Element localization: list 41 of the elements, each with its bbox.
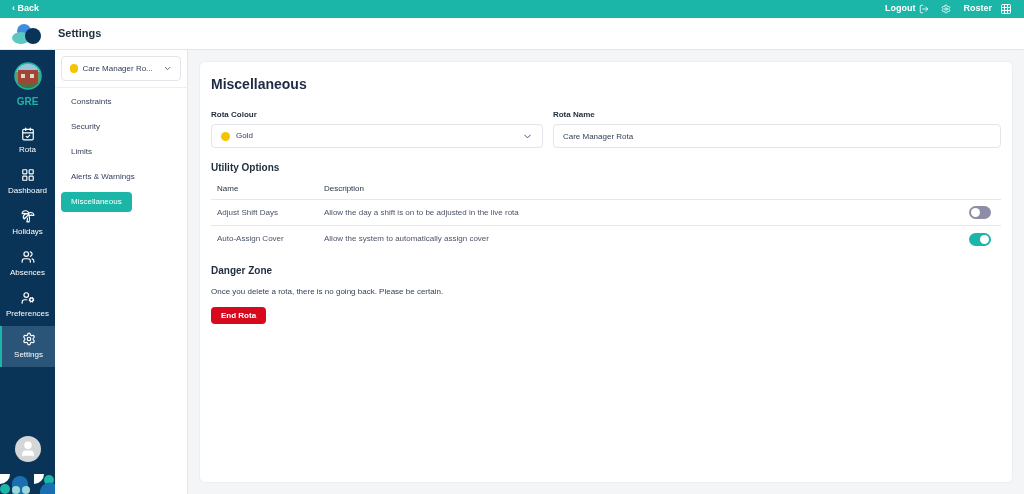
nav-item[interactable]: Dashboard	[0, 162, 55, 203]
toggle-switch[interactable]	[969, 232, 991, 246]
rota-select[interactable]: Care Manager Ro...	[61, 56, 181, 81]
rota-name-field[interactable]: Care Manager Rota	[552, 124, 1001, 148]
settings-menu-item[interactable]: Limits	[61, 142, 102, 162]
settings-menu-item[interactable]: Security	[61, 117, 110, 137]
user-avatar[interactable]	[14, 436, 41, 462]
table-cell-text: Allow the day a shift is on to be adjusted in the live rota	[324, 206, 520, 219]
grid-icon	[20, 168, 35, 182]
nav-item[interactable]: Absences	[0, 244, 55, 285]
table-cell-text: Adjust Shift Days	[217, 206, 279, 219]
warning-text: Once you delete a rota, there is no going back. Please be certain.	[211, 286, 445, 298]
nav-item[interactable]: Preferences	[0, 285, 55, 326]
section-title: Miscellaneous	[211, 75, 308, 94]
end-rota-button[interactable]: End Rota	[211, 307, 267, 324]
site-code: GRE	[16, 95, 39, 109]
column-header: Name	[217, 183, 240, 195]
nav-item[interactable]: Rota	[0, 121, 55, 162]
toggle-switch[interactable]	[969, 206, 991, 219]
palm-tree-icon	[20, 209, 35, 223]
calendar-icon	[20, 127, 35, 141]
subsection-title: Danger Zone	[211, 264, 274, 278]
table-cell-text: Allow the system to automatically assign cover	[324, 233, 490, 245]
people-icon	[20, 250, 35, 264]
page-title: Settings	[58, 26, 102, 42]
settings-icon[interactable]	[941, 4, 952, 14]
colour-select[interactable]: Gold	[211, 124, 543, 148]
apps-grid-icon[interactable]	[1000, 3, 1012, 15]
subsection-title: Utility Options	[211, 161, 281, 175]
table-cell-text: Auto-Assign Cover	[217, 233, 285, 245]
field-label: Rota Colour	[211, 109, 258, 121]
nav-item[interactable]: Settings	[0, 326, 55, 367]
logo-icon	[12, 22, 42, 45]
logout-icon[interactable]	[919, 4, 930, 14]
settings-menu-item[interactable]: Constraints	[61, 92, 122, 112]
settings-icon	[21, 332, 36, 346]
settings-menu-item[interactable]: Alerts & Warnings	[61, 167, 145, 187]
column-header: Description	[324, 183, 364, 195]
user-gear-icon	[20, 291, 35, 305]
field-label: Rota Name	[552, 109, 596, 121]
nav-item[interactable]: Holidays	[0, 203, 55, 244]
